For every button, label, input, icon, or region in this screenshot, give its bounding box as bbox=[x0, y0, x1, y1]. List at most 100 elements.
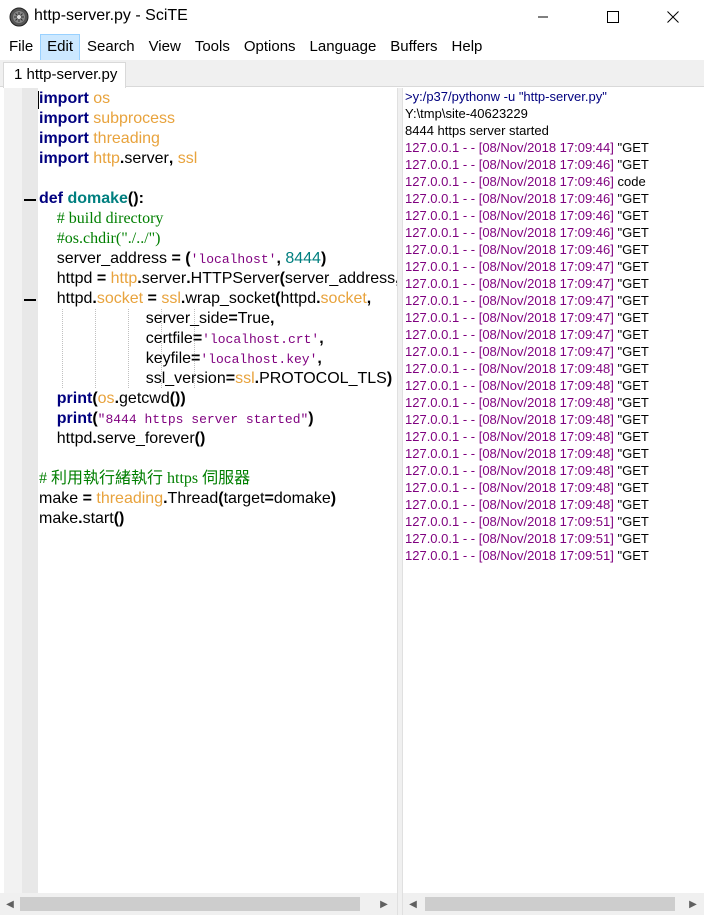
code-line: certfile='localhost.crt', bbox=[39, 329, 397, 349]
code-token: # build directory bbox=[56, 210, 164, 227]
log-prefix: 127.0.0.1 - - [08/Nov/2018 17:09:47] bbox=[405, 293, 614, 308]
code-token: # 利用執行緒執行 https 伺服器 bbox=[39, 470, 251, 487]
code-line: import http.server, ssl bbox=[39, 149, 397, 169]
output-log-line: 127.0.0.1 - - [08/Nov/2018 17:09:46] cod… bbox=[403, 173, 704, 190]
scroll-right-arrow-icon[interactable]: ▶ bbox=[687, 898, 699, 910]
code-token: = bbox=[82, 490, 97, 507]
menu-help[interactable]: Help bbox=[445, 34, 490, 61]
log-prefix: 127.0.0.1 - - [08/Nov/2018 17:09:47] bbox=[405, 327, 614, 342]
code-token: subprocess bbox=[93, 110, 176, 127]
output-log-line: 127.0.0.1 - - [08/Nov/2018 17:09:48] "GE… bbox=[403, 445, 704, 462]
code-token: 8444 bbox=[285, 250, 321, 267]
code-token: httpd bbox=[39, 430, 93, 447]
log-prefix: 127.0.0.1 - - [08/Nov/2018 17:09:47] bbox=[405, 344, 614, 359]
log-prefix: 127.0.0.1 - - [08/Nov/2018 17:09:46] bbox=[405, 225, 614, 240]
code-token: wrap_socket bbox=[185, 290, 276, 307]
code-token: = bbox=[192, 330, 203, 347]
code-token: ssl bbox=[161, 290, 181, 307]
code-token: start bbox=[82, 510, 114, 527]
menu-edit[interactable]: Edit bbox=[40, 33, 81, 61]
code-line: make.start() bbox=[39, 509, 397, 529]
code-token: (): bbox=[127, 190, 144, 207]
output-horizontal-scrollbar[interactable]: ◀ ▶ bbox=[403, 893, 704, 915]
symbol-margin[interactable] bbox=[4, 88, 22, 893]
code-line: def domake(): bbox=[39, 189, 397, 209]
log-prefix: 127.0.0.1 - - [08/Nov/2018 17:09:46] bbox=[405, 242, 614, 257]
scroll-left-arrow-icon[interactable]: ◀ bbox=[407, 898, 419, 910]
log-request: "GET bbox=[613, 378, 649, 393]
scroll-left-arrow-icon[interactable]: ◀ bbox=[4, 898, 16, 910]
tab-bar: 1 http-server.py bbox=[0, 60, 704, 88]
scite-app-icon[interactable] bbox=[9, 7, 29, 27]
menu-language[interactable]: Language bbox=[303, 34, 384, 61]
code-line: make = threading.Thread(target=domake) bbox=[39, 489, 397, 509]
code-token: keyfile bbox=[39, 350, 192, 367]
output-log-line: 127.0.0.1 - - [08/Nov/2018 17:09:51] "GE… bbox=[403, 547, 704, 564]
log-request: "GET bbox=[613, 259, 649, 274]
log-request: "GET bbox=[613, 327, 649, 342]
code-token: server_address bbox=[284, 270, 396, 287]
code-token: () bbox=[194, 430, 206, 447]
code-line: #os.chdir("./../") bbox=[39, 229, 397, 249]
output-log-line: 127.0.0.1 - - [08/Nov/2018 17:09:48] "GE… bbox=[403, 479, 704, 496]
code-token: import bbox=[39, 90, 89, 107]
log-request: "GET bbox=[613, 463, 649, 478]
code-line: httpd = http.server.HTTPServer(server_ad… bbox=[39, 269, 397, 289]
minimize-button[interactable] bbox=[520, 0, 566, 34]
close-button[interactable] bbox=[650, 0, 696, 34]
log-request: "GET bbox=[613, 395, 649, 410]
window-title: http-server.py - SciTE bbox=[34, 7, 188, 24]
fold-margin[interactable] bbox=[22, 88, 38, 893]
code-token: server bbox=[141, 270, 187, 287]
code-text[interactable]: import os import subprocess import threadi… bbox=[39, 89, 397, 529]
log-request: "GET bbox=[613, 242, 649, 257]
title-bar: http-server.py - SciTE bbox=[0, 0, 704, 34]
log-prefix: 127.0.0.1 - - [08/Nov/2018 17:09:46] bbox=[405, 157, 614, 172]
code-line: # build directory bbox=[39, 209, 397, 229]
log-request: "GET bbox=[613, 412, 649, 427]
scrollbar-thumb[interactable] bbox=[425, 897, 675, 911]
code-line: print("8444 https server started") bbox=[39, 409, 397, 429]
output-log-line: 127.0.0.1 - - [08/Nov/2018 17:09:48] "GE… bbox=[403, 462, 704, 479]
scroll-right-arrow-icon[interactable]: ▶ bbox=[378, 898, 390, 910]
log-request: "GET bbox=[613, 310, 649, 325]
output-pane[interactable]: >y:/p37/pythonw -u "http-server.py" Y:\t… bbox=[403, 88, 704, 893]
code-token: certfile bbox=[39, 330, 193, 347]
code-token: , bbox=[270, 310, 275, 327]
code-token: print bbox=[56, 410, 93, 427]
menu-options[interactable]: Options bbox=[237, 34, 303, 61]
menu-buffers[interactable]: Buffers bbox=[383, 34, 444, 61]
tab-http-server[interactable]: 1 http-server.py bbox=[3, 62, 127, 88]
code-token: import bbox=[39, 110, 89, 127]
code-token: "8444 https server started" bbox=[97, 412, 309, 427]
menu-file[interactable]: File bbox=[2, 34, 40, 61]
log-prefix: 127.0.0.1 - - [08/Nov/2018 17:09:47] bbox=[405, 276, 614, 291]
code-token: httpd bbox=[39, 290, 93, 307]
menu-view[interactable]: View bbox=[142, 34, 188, 61]
maximize-button[interactable] bbox=[590, 0, 636, 34]
code-token: server_address bbox=[39, 250, 172, 267]
output-log-line: 127.0.0.1 - - [08/Nov/2018 17:09:47] "GE… bbox=[403, 343, 704, 360]
code-token: domake bbox=[273, 490, 331, 507]
output-log-line: 127.0.0.1 - - [08/Nov/2018 17:09:48] "GE… bbox=[403, 360, 704, 377]
menu-tools[interactable]: Tools bbox=[188, 34, 237, 61]
code-token: 'localhost' bbox=[190, 252, 277, 267]
code-editor[interactable]: import os import subprocess import threadi… bbox=[0, 88, 397, 893]
scrollbar-thumb[interactable] bbox=[20, 897, 360, 911]
log-prefix: 127.0.0.1 - - [08/Nov/2018 17:09:48] bbox=[405, 480, 614, 495]
code-token: server_side bbox=[39, 310, 229, 327]
fold-marker[interactable] bbox=[24, 199, 36, 201]
editor-horizontal-scrollbar[interactable]: ◀ ▶ bbox=[0, 893, 397, 915]
code-token: 'localhost.crt' bbox=[202, 332, 320, 347]
menu-search[interactable]: Search bbox=[80, 34, 142, 61]
output-log-line: 127.0.0.1 - - [08/Nov/2018 17:09:51] "GE… bbox=[403, 530, 704, 547]
fold-marker[interactable] bbox=[24, 299, 36, 301]
code-token: = bbox=[264, 490, 274, 507]
code-token: Thread bbox=[167, 490, 219, 507]
log-request: "GET bbox=[613, 191, 649, 206]
code-token: = bbox=[96, 270, 111, 287]
log-prefix: 127.0.0.1 - - [08/Nov/2018 17:09:48] bbox=[405, 378, 614, 393]
code-token: httpd bbox=[39, 270, 97, 287]
code-token: os bbox=[97, 390, 115, 407]
